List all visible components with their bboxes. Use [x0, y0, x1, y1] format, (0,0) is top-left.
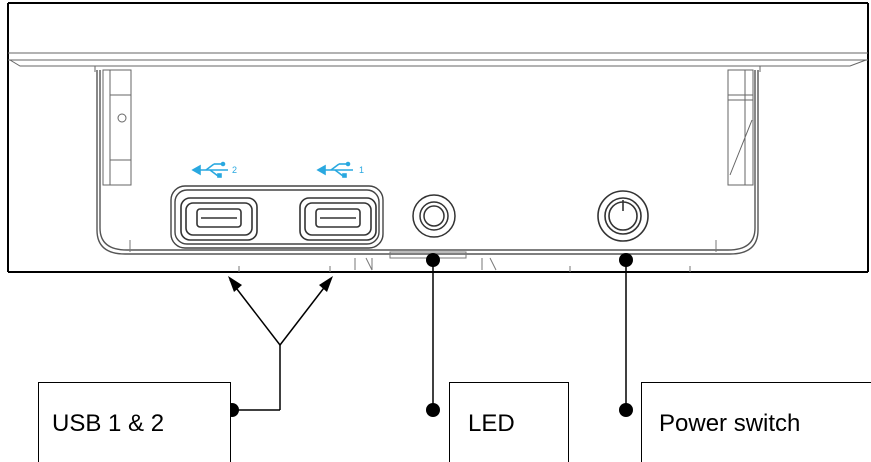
power-callout-leader — [619, 253, 633, 417]
led-label: LED — [468, 410, 515, 437]
usb-port[interactable] — [180, 197, 258, 241]
power-label: Power switch — [659, 410, 801, 437]
housing-bevel — [8, 52, 868, 72]
led-indicator — [412, 194, 456, 238]
device-housing — [7, 2, 869, 273]
led-callout-leader — [426, 253, 440, 417]
right-latch — [727, 69, 754, 186]
power-button[interactable] — [597, 190, 649, 242]
usb-port-number-right: 1 — [359, 165, 364, 175]
usb-port-bezel — [170, 185, 384, 249]
usb-callout-leader — [225, 276, 333, 417]
usb-port-number-left: 2 — [232, 165, 237, 175]
usb-icon — [316, 161, 353, 178]
usb-port[interactable] — [299, 197, 377, 241]
usb-label: USB 1 & 2 — [52, 410, 165, 437]
usb-icon — [191, 161, 228, 178]
front-panel — [96, 70, 759, 255]
left-latch — [102, 69, 132, 186]
